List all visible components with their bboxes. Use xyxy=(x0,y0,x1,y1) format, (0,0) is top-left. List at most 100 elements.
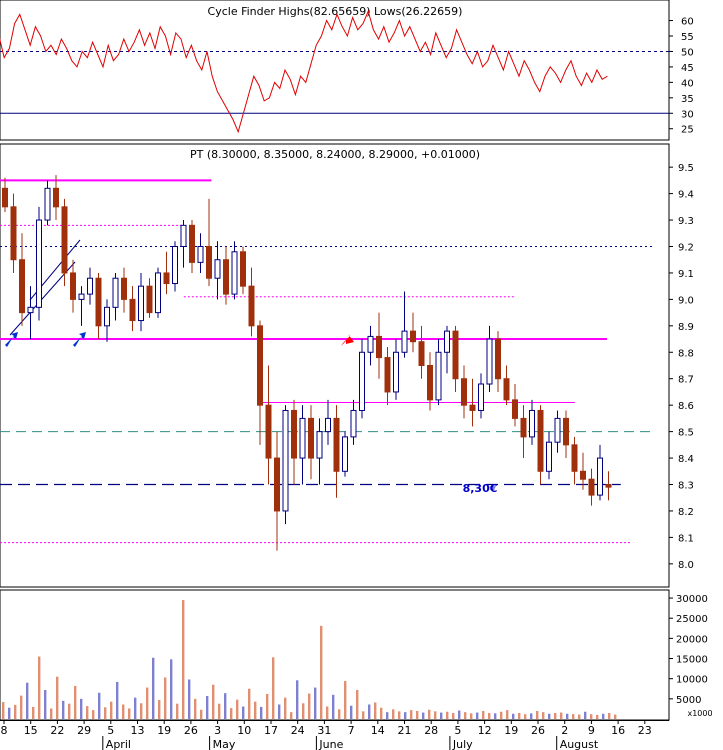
candle-down xyxy=(189,224,195,263)
volume-tick-label: 5000 xyxy=(676,695,701,706)
volume-bar xyxy=(212,684,215,719)
volume-bar xyxy=(338,709,341,719)
candle-up xyxy=(172,245,178,285)
volume-bar xyxy=(434,711,437,719)
volume-bar xyxy=(590,714,593,719)
candle-up xyxy=(350,409,357,438)
price-tick-label: 9.3 xyxy=(678,216,694,227)
volume-bar xyxy=(170,659,173,719)
volume-bar xyxy=(470,713,473,719)
candle-down xyxy=(19,259,25,314)
volume-bar xyxy=(62,700,65,719)
date-tick-label: 26 xyxy=(184,724,198,737)
volume-bar xyxy=(572,714,575,719)
candle-up xyxy=(112,277,119,308)
candle-down xyxy=(274,457,280,512)
volume-bar xyxy=(452,712,455,719)
volume-bar xyxy=(374,702,377,719)
candle-up xyxy=(27,306,34,314)
date-tick-label: 9 xyxy=(588,724,595,737)
volume-bar xyxy=(422,712,425,719)
volume-bar xyxy=(272,657,275,719)
volume-bar xyxy=(536,710,539,719)
volume-bar xyxy=(428,709,431,719)
date-tick-label: 12 xyxy=(478,724,492,737)
candle-up xyxy=(546,441,552,472)
indicator-tick-label: 40 xyxy=(681,78,694,89)
price-tick-label: 8.3 xyxy=(678,481,694,492)
candle-up xyxy=(444,330,450,353)
volume-bar xyxy=(476,712,479,719)
candle-up xyxy=(401,330,408,353)
volume-bar xyxy=(386,712,389,719)
candle-up xyxy=(44,187,51,221)
month-label: August xyxy=(560,738,599,750)
volume-bar xyxy=(20,695,23,719)
candle-down xyxy=(384,357,391,393)
volume-bar xyxy=(80,698,83,719)
stock-chart: Cycle Finder Highs(82.65659) Lows(26.226… xyxy=(0,0,713,750)
volume-bar xyxy=(116,681,119,719)
volume-bar xyxy=(8,707,11,719)
price-tick-label: 8.5 xyxy=(678,428,694,439)
date-tick-label: 19 xyxy=(157,724,171,737)
candle-down xyxy=(418,341,425,366)
volume-bar xyxy=(356,689,359,719)
candle-down xyxy=(257,325,263,406)
date-tick-label: 5 xyxy=(454,724,461,737)
volume-bar xyxy=(86,706,89,719)
date-tick-label: 26 xyxy=(531,724,545,737)
indicator-tick-label: 45 xyxy=(681,63,694,74)
volume-bar xyxy=(206,696,209,719)
volume-bar xyxy=(254,701,257,719)
date-tick-label: 14 xyxy=(371,724,385,737)
candle-up xyxy=(78,293,85,300)
candle-up xyxy=(155,272,161,314)
indicator-title: Cycle Finder Highs(82.65659) Lows(26.226… xyxy=(208,5,463,18)
volume-bar xyxy=(278,704,281,719)
price-tick-label: 8.2 xyxy=(678,507,694,518)
date-tick-label: 22 xyxy=(50,724,64,737)
volume-bar xyxy=(512,713,515,719)
volume-bar xyxy=(464,712,467,719)
indicator-tick-label: 50 xyxy=(681,47,694,58)
volume-bar xyxy=(554,712,557,719)
candle-up xyxy=(231,251,238,295)
volume-bar xyxy=(32,706,35,719)
volume-bar xyxy=(176,703,179,719)
candles xyxy=(2,175,612,551)
volume-bar xyxy=(332,694,335,719)
price-title: PT (8.30000, 8.35000, 8.24000, 8.29000, … xyxy=(190,148,480,161)
volume-bar xyxy=(494,713,497,719)
date-tick-label: 10 xyxy=(237,724,251,737)
volume-tick-label: 25000 xyxy=(676,614,708,625)
candle-up xyxy=(342,436,348,472)
volume-bar xyxy=(530,713,533,719)
volume-bar xyxy=(410,710,413,719)
price-tick-label: 9.5 xyxy=(678,163,694,174)
volume-bar xyxy=(578,714,581,719)
volume-bar xyxy=(566,713,569,719)
date-tick-label: 29 xyxy=(77,724,91,737)
volume-bar xyxy=(134,697,137,719)
volume-bar xyxy=(500,711,503,719)
candle-down xyxy=(129,298,136,322)
volume-bar xyxy=(542,712,545,719)
volume-bar xyxy=(74,685,77,719)
candle-up xyxy=(104,306,110,327)
volume-tick-label: 10000 xyxy=(676,675,708,686)
indicator-tick-label: 55 xyxy=(681,32,694,43)
month-label: June xyxy=(318,738,343,750)
volume-bar xyxy=(392,709,395,719)
date-tick-label: 16 xyxy=(611,724,625,737)
candle-up xyxy=(486,338,493,385)
volume-bar xyxy=(146,687,149,719)
candle-down xyxy=(240,251,246,287)
volume-bar xyxy=(224,693,227,719)
volume-bar xyxy=(2,702,5,719)
candle-up xyxy=(299,417,306,459)
volume-bar xyxy=(398,711,401,719)
candle-down xyxy=(376,335,382,359)
volume-bar xyxy=(182,600,185,719)
volume-bar xyxy=(236,699,239,719)
